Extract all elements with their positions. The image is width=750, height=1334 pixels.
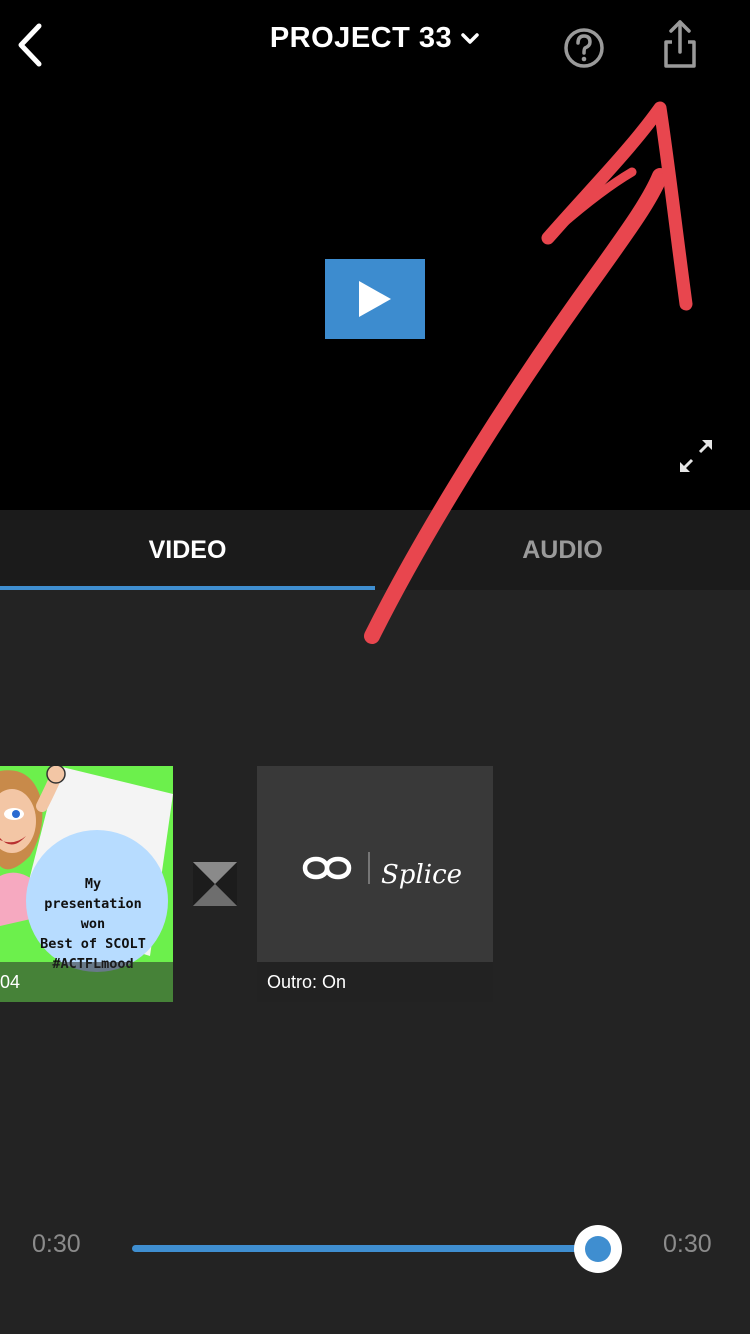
caption-line: won	[80, 916, 106, 932]
current-time: 0:30	[32, 1230, 81, 1258]
scrub-bar[interactable]	[132, 1245, 602, 1252]
clip-duration-label: 04	[0, 962, 173, 1002]
video-preview: PROJECT 33	[0, 0, 750, 510]
project-title: PROJECT 33	[269, 22, 453, 54]
expand-icon	[680, 440, 712, 472]
share-icon	[664, 20, 696, 68]
outro-clip[interactable]: Splice Outro: On	[257, 766, 493, 1002]
transition-button[interactable]	[193, 862, 237, 906]
project-title-dropdown[interactable]: PROJECT 33	[270, 22, 480, 55]
chevron-down-icon	[461, 32, 479, 44]
timeline-clip[interactable]: My presentation won Best of SCOLT #ACTFL…	[0, 766, 173, 1002]
tab-audio[interactable]: AUDIO	[375, 510, 750, 590]
share-button[interactable]	[656, 18, 704, 72]
splice-logo-text: Splice	[381, 860, 463, 890]
play-button[interactable]	[325, 259, 425, 339]
caption-line: My	[84, 876, 102, 892]
total-time: 0:30	[663, 1230, 712, 1258]
splice-logo-icon	[302, 852, 370, 884]
outro-label-text: Outro: On	[267, 972, 347, 992]
caption-line: presentation	[44, 896, 142, 912]
outro-label: Outro: On	[257, 962, 493, 1002]
question-circle-icon	[564, 28, 604, 68]
title-container: PROJECT 33	[0, 22, 750, 55]
caption-line: Best of SCOLT	[40, 936, 146, 952]
editor-tabs: VIDEO AUDIO	[0, 510, 750, 590]
play-icon	[359, 281, 391, 317]
help-button[interactable]	[560, 24, 608, 72]
scrub-handle[interactable]	[574, 1225, 622, 1273]
tab-video[interactable]: VIDEO	[0, 510, 375, 590]
thumbnail-caption: My presentation won Best of SCOLT #ACTFL…	[26, 874, 160, 974]
active-tab-indicator	[0, 586, 375, 590]
fullscreen-button[interactable]	[676, 436, 716, 476]
hourglass-transition-icon	[193, 862, 237, 906]
